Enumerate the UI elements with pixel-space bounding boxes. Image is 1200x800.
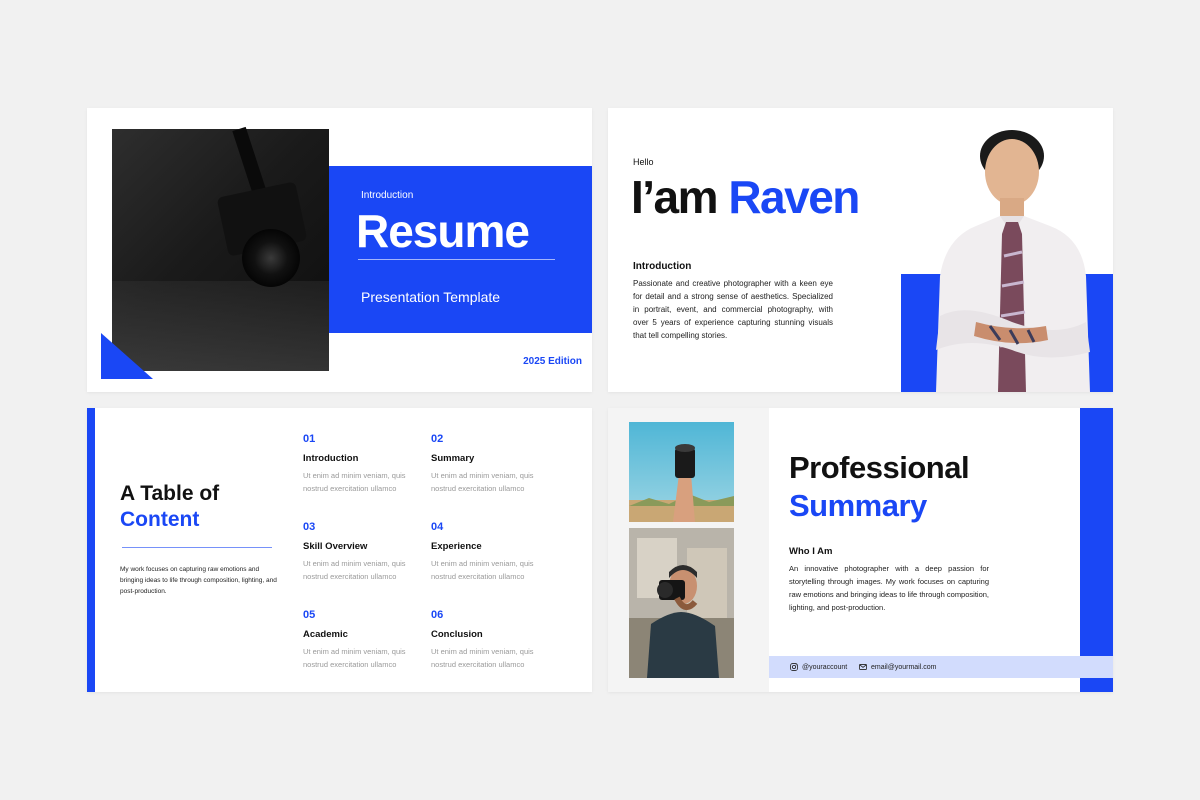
photographer-photo — [629, 528, 734, 678]
toc-title-line2: Content — [120, 508, 200, 531]
toc-description: My work focuses on capturing raw emotion… — [120, 566, 277, 595]
decorative-triangle — [101, 333, 153, 379]
summary-title-line1: Professional — [789, 450, 970, 485]
slide-professional-summary[interactable]: Professional Summary Who I Am An innovat… — [608, 408, 1113, 692]
toc-item-text: Ut enim ad minim veniam, quis nostrud ex… — [431, 559, 534, 581]
toc-title-line1: A Table of — [120, 482, 220, 505]
toc-item-title: Academic — [303, 629, 348, 640]
toc-number: 06 — [431, 609, 444, 621]
intro-label: Introduction — [361, 190, 414, 201]
toc-item-text: Ut enim ad minim veniam, quis nostrud ex… — [431, 647, 534, 669]
toc-item-skill-overview[interactable]: 03 Skill Overview Ut enim ad minim venia… — [303, 521, 423, 583]
intro-heading: Introduction — [633, 261, 692, 272]
accent-bar — [1080, 408, 1113, 692]
summary-title-line2: Summary — [789, 488, 927, 523]
instagram-icon — [790, 663, 798, 671]
email-address: email@yourmail.com — [871, 663, 937, 671]
toc-number: 05 — [303, 609, 316, 621]
toc-item-experience[interactable]: 04 Experience Ut enim ad minim veniam, q… — [431, 521, 551, 583]
name-accent: Raven — [728, 171, 860, 223]
email-contact[interactable]: email@yourmail.com — [859, 663, 936, 671]
toc-item-text: Ut enim ad minim veniam, quis nostrud ex… — [431, 471, 534, 493]
edition-label: 2025 Edition — [523, 356, 582, 367]
slide-resume-cover[interactable]: Introduction Resume Presentation Templat… — [87, 108, 592, 392]
toc-item-introduction[interactable]: 01 Introduction Ut enim ad minim veniam,… — [303, 433, 423, 495]
title-band: Introduction Resume Presentation Templat… — [329, 166, 592, 333]
toc-item-text: Ut enim ad minim veniam, quis nostrud ex… — [303, 559, 406, 581]
hello-label: Hello — [633, 157, 654, 167]
toc-number: 03 — [303, 521, 316, 533]
instagram-handle: @youraccount — [802, 663, 848, 671]
portrait-photo — [936, 130, 1090, 392]
toc-item-summary[interactable]: 02 Summary Ut enim ad minim veniam, quis… — [431, 433, 551, 495]
template-subtitle: Presentation Template — [361, 289, 501, 305]
instagram-contact[interactable]: @youraccount — [790, 663, 847, 671]
lens-sky-photo — [629, 422, 734, 522]
name-heading: I’am Raven — [631, 171, 860, 223]
toc-item-title: Experience — [431, 541, 482, 552]
toc-item-title: Conclusion — [431, 629, 483, 640]
toc-item-text: Ut enim ad minim veniam, quis nostrud ex… — [303, 471, 406, 493]
who-i-am-heading: Who I Am — [789, 546, 833, 557]
slide-table-of-content[interactable]: A Table of Content My work focuses on ca… — [87, 408, 592, 692]
intro-paragraph: Passionate and creative photographer wit… — [633, 279, 833, 340]
toc-number: 01 — [303, 433, 316, 445]
slide-intro-raven[interactable]: Hello I’am Raven Introduction Passionate… — [608, 108, 1113, 392]
toc-item-title: Summary — [431, 453, 475, 464]
toc-item-title: Introduction — [303, 453, 359, 464]
mail-icon — [859, 664, 867, 670]
toc-item-conclusion[interactable]: 06 Conclusion Ut enim ad minim veniam, q… — [431, 609, 551, 671]
summary-card: Professional Summary Who I Am An innovat… — [769, 408, 1113, 692]
contact-footer: @youraccount email@yourmail.com — [769, 656, 1113, 678]
who-i-am-paragraph: An innovative photographer with a deep p… — [789, 564, 989, 612]
resume-title: Resume — [356, 205, 530, 257]
title-divider — [358, 259, 555, 260]
toc-number: 04 — [431, 521, 444, 533]
toc-number: 02 — [431, 433, 444, 445]
toc-item-title: Skill Overview — [303, 541, 368, 552]
accent-bar — [87, 408, 95, 692]
toc-item-academic[interactable]: 05 Academic Ut enim ad minim veniam, qui… — [303, 609, 423, 671]
toc-item-text: Ut enim ad minim veniam, quis nostrud ex… — [303, 647, 406, 669]
toc-divider — [122, 547, 272, 548]
